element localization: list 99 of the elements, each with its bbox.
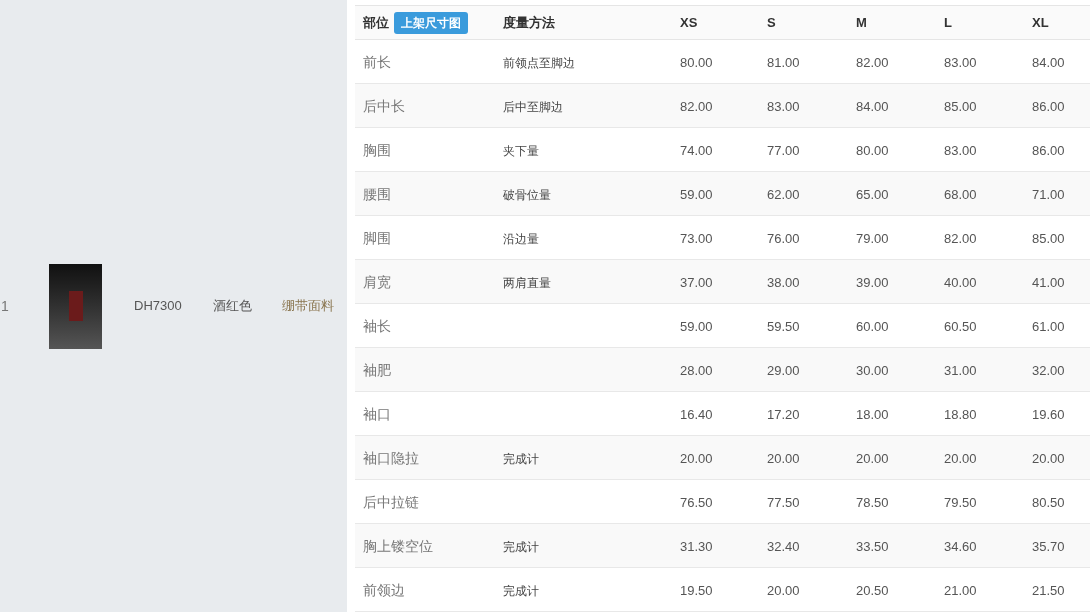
value-cell: 32.00	[1032, 362, 1065, 378]
part-cell: 袖长	[363, 317, 391, 334]
value-cell: 39.00	[856, 274, 889, 290]
value-cell: 83.00	[767, 98, 800, 114]
value-cell: 65.00	[856, 186, 889, 202]
value-cell: 60.50	[944, 318, 977, 334]
value-cell: 68.00	[944, 186, 977, 202]
value-cell: 62.00	[767, 186, 800, 202]
value-cell: 20.00	[767, 450, 800, 466]
value-cell: 80.00	[680, 54, 713, 70]
value-cell: 28.00	[680, 362, 713, 378]
method-cell: 沿边量	[503, 231, 539, 246]
method-cell: 夹下量	[503, 143, 539, 158]
value-cell: 61.00	[1032, 318, 1065, 334]
part-cell: 袖口隐拉	[363, 449, 419, 466]
value-cell: 18.80	[944, 406, 977, 422]
method-cell: 两肩直量	[503, 275, 551, 290]
value-cell: 73.00	[680, 230, 713, 246]
value-cell: 38.00	[767, 274, 800, 290]
value-cell: 29.00	[767, 362, 800, 378]
value-cell: 31.30	[680, 538, 713, 554]
part-cell: 袖口	[363, 405, 391, 422]
column-header: 度量方法	[503, 13, 555, 32]
value-cell: 20.50	[856, 582, 889, 598]
value-cell: 78.50	[856, 494, 889, 510]
value-cell: 82.00	[856, 54, 889, 70]
part-cell: 胸上镂空位	[363, 537, 433, 554]
value-cell: 20.00	[1032, 450, 1065, 466]
column-header: XS	[680, 13, 698, 32]
value-cell: 40.00	[944, 274, 977, 290]
value-cell: 74.00	[680, 142, 713, 158]
value-cell: 60.00	[856, 318, 889, 334]
column-header: 部位	[363, 13, 389, 32]
value-cell: 80.00	[856, 142, 889, 158]
value-cell: 31.00	[944, 362, 977, 378]
value-cell: 59.00	[680, 186, 713, 202]
value-cell: 84.00	[856, 98, 889, 114]
method-cell: 完成计	[503, 451, 539, 466]
column-header: L	[944, 13, 952, 32]
value-cell: 19.60	[1032, 406, 1065, 422]
value-cell: 16.40	[680, 406, 713, 422]
value-cell: 17.20	[767, 406, 800, 422]
value-cell: 84.00	[1032, 54, 1065, 70]
value-cell: 18.00	[856, 406, 889, 422]
value-cell: 20.00	[767, 582, 800, 598]
value-cell: 80.50	[1032, 494, 1065, 510]
value-cell: 41.00	[1032, 274, 1065, 290]
value-cell: 76.00	[767, 230, 800, 246]
method-cell: 完成计	[503, 583, 539, 598]
value-cell: 20.00	[944, 450, 977, 466]
value-cell: 79.00	[856, 230, 889, 246]
part-cell: 胸围	[363, 141, 391, 158]
part-cell: 肩宽	[363, 273, 391, 290]
value-cell: 77.00	[767, 142, 800, 158]
value-cell: 20.00	[856, 450, 889, 466]
part-cell: 后中拉链	[363, 493, 419, 510]
fabric-name: 绷带面料	[281, 297, 334, 316]
value-cell: 32.40	[767, 538, 800, 554]
value-cell: 33.50	[856, 538, 889, 554]
value-cell: 59.00	[680, 318, 713, 334]
value-cell: 85.00	[1032, 230, 1065, 246]
size-chart-button[interactable]: 上架尺寸图	[394, 11, 468, 34]
value-cell: 79.50	[944, 494, 977, 510]
column-header: XL	[1032, 13, 1049, 32]
value-cell: 86.00	[1032, 98, 1065, 114]
value-cell: 77.50	[767, 494, 800, 510]
value-cell: 35.70	[1032, 538, 1065, 554]
method-cell: 前领点至脚边	[503, 55, 575, 70]
value-cell: 76.50	[680, 494, 713, 510]
value-cell: 83.00	[944, 54, 977, 70]
column-header: M	[856, 13, 867, 32]
value-cell: 81.00	[767, 54, 800, 70]
value-cell: 86.00	[1032, 142, 1065, 158]
value-cell: 37.00	[680, 274, 713, 290]
method-cell: 完成计	[503, 539, 539, 554]
column-header: S	[767, 13, 776, 32]
value-cell: 30.00	[856, 362, 889, 378]
part-cell: 前长	[363, 53, 391, 70]
part-cell: 前领边	[363, 581, 405, 598]
method-cell: 破骨位量	[503, 187, 551, 202]
value-cell: 82.00	[680, 98, 713, 114]
part-cell: 袖肥	[363, 361, 391, 378]
value-cell: 21.00	[944, 582, 977, 598]
value-cell: 20.00	[680, 450, 713, 466]
part-cell: 后中长	[363, 97, 405, 114]
product-code: DH7300	[134, 297, 182, 316]
value-cell: 19.50	[680, 582, 713, 598]
value-cell: 71.00	[1032, 186, 1065, 202]
value-cell: 83.00	[944, 142, 977, 158]
part-cell: 腰围	[363, 185, 391, 202]
value-cell: 82.00	[944, 230, 977, 246]
value-cell: 59.50	[767, 318, 800, 334]
value-cell: 34.60	[944, 538, 977, 554]
row-index: 1	[1, 296, 10, 316]
method-cell: 后中至脚边	[503, 99, 563, 114]
value-cell: 85.00	[944, 98, 977, 114]
value-cell: 21.50	[1032, 582, 1065, 598]
part-cell: 脚围	[363, 229, 391, 246]
color-name: 酒红色	[212, 297, 252, 316]
